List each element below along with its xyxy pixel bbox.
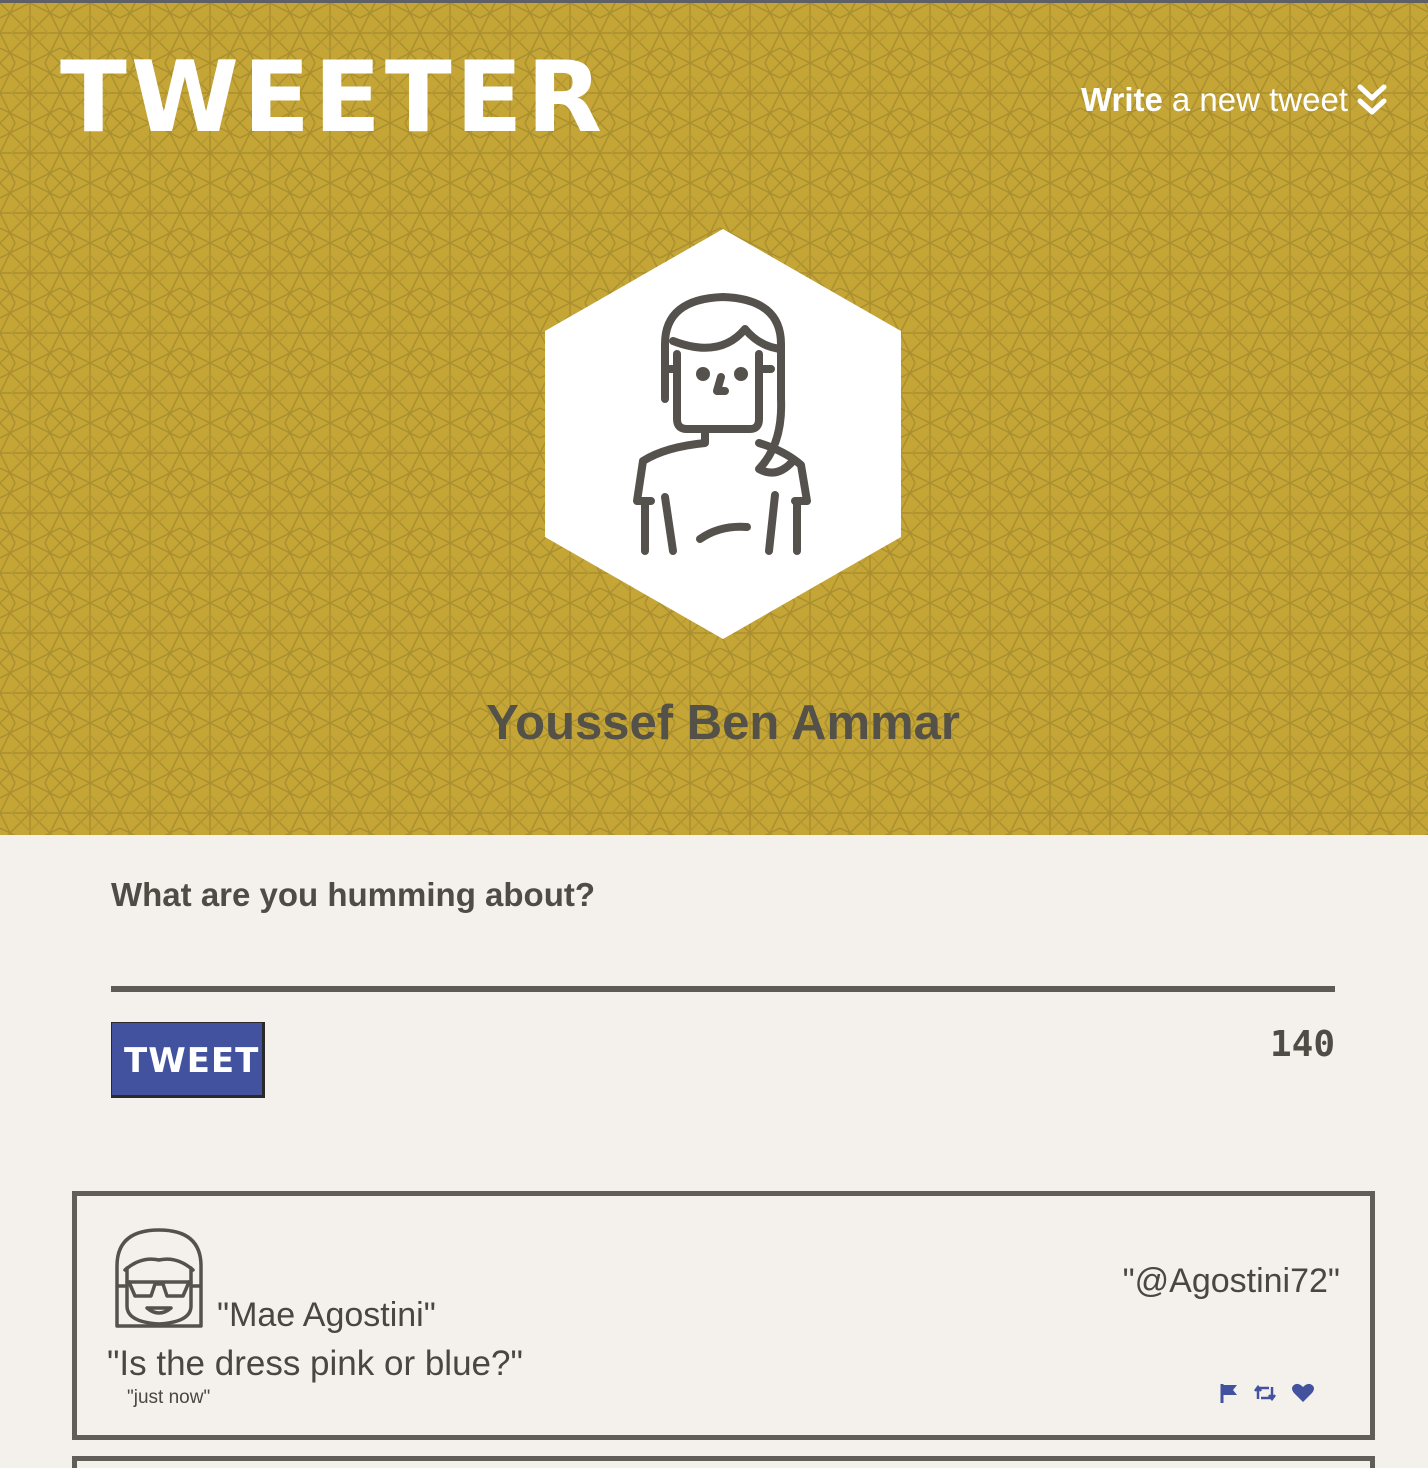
app-logo[interactable]: TWEETER bbox=[60, 43, 606, 153]
tweet-card: "Mae Agostini" "@Agostini72" "Is the dre… bbox=[72, 1191, 1375, 1440]
user-avatar-icon bbox=[545, 229, 901, 639]
profile-name: Youssef Ben Ammar bbox=[486, 696, 960, 750]
tweet-content: "Is the dress pink or blue?" bbox=[107, 1344, 523, 1383]
double-chevron-down-icon bbox=[1356, 83, 1388, 117]
retweet-icon[interactable] bbox=[1253, 1383, 1277, 1403]
tweet-actions bbox=[1219, 1382, 1315, 1404]
next-tweet-card bbox=[72, 1456, 1375, 1468]
page-header: TWEETER Write a new tweet Youssef Ben Am… bbox=[0, 3, 1428, 835]
tweet-author-name: "Mae Agostini" bbox=[217, 1296, 436, 1334]
compose-label: What are you humming about? bbox=[111, 876, 595, 913]
new-tweet-label: a new tweet bbox=[1171, 81, 1348, 118]
write-label: Write bbox=[1080, 81, 1163, 118]
tweet-button[interactable]: TWEET bbox=[111, 1022, 265, 1098]
flag-icon[interactable] bbox=[1219, 1382, 1239, 1404]
heart-icon[interactable] bbox=[1291, 1382, 1315, 1404]
compose-section: What are you humming about? TWEET 140 bbox=[111, 872, 1335, 1098]
write-new-tweet-link[interactable]: Write a new tweet bbox=[1081, 81, 1388, 119]
tweet-author-handle: "@Agostini72" bbox=[1122, 1262, 1340, 1300]
tweet-timestamp: "just now" bbox=[127, 1387, 211, 1408]
user-avatar-sunglasses-icon bbox=[115, 1228, 203, 1328]
character-counter: 140 bbox=[1269, 1024, 1335, 1065]
tweet-text-input[interactable] bbox=[111, 934, 1335, 992]
